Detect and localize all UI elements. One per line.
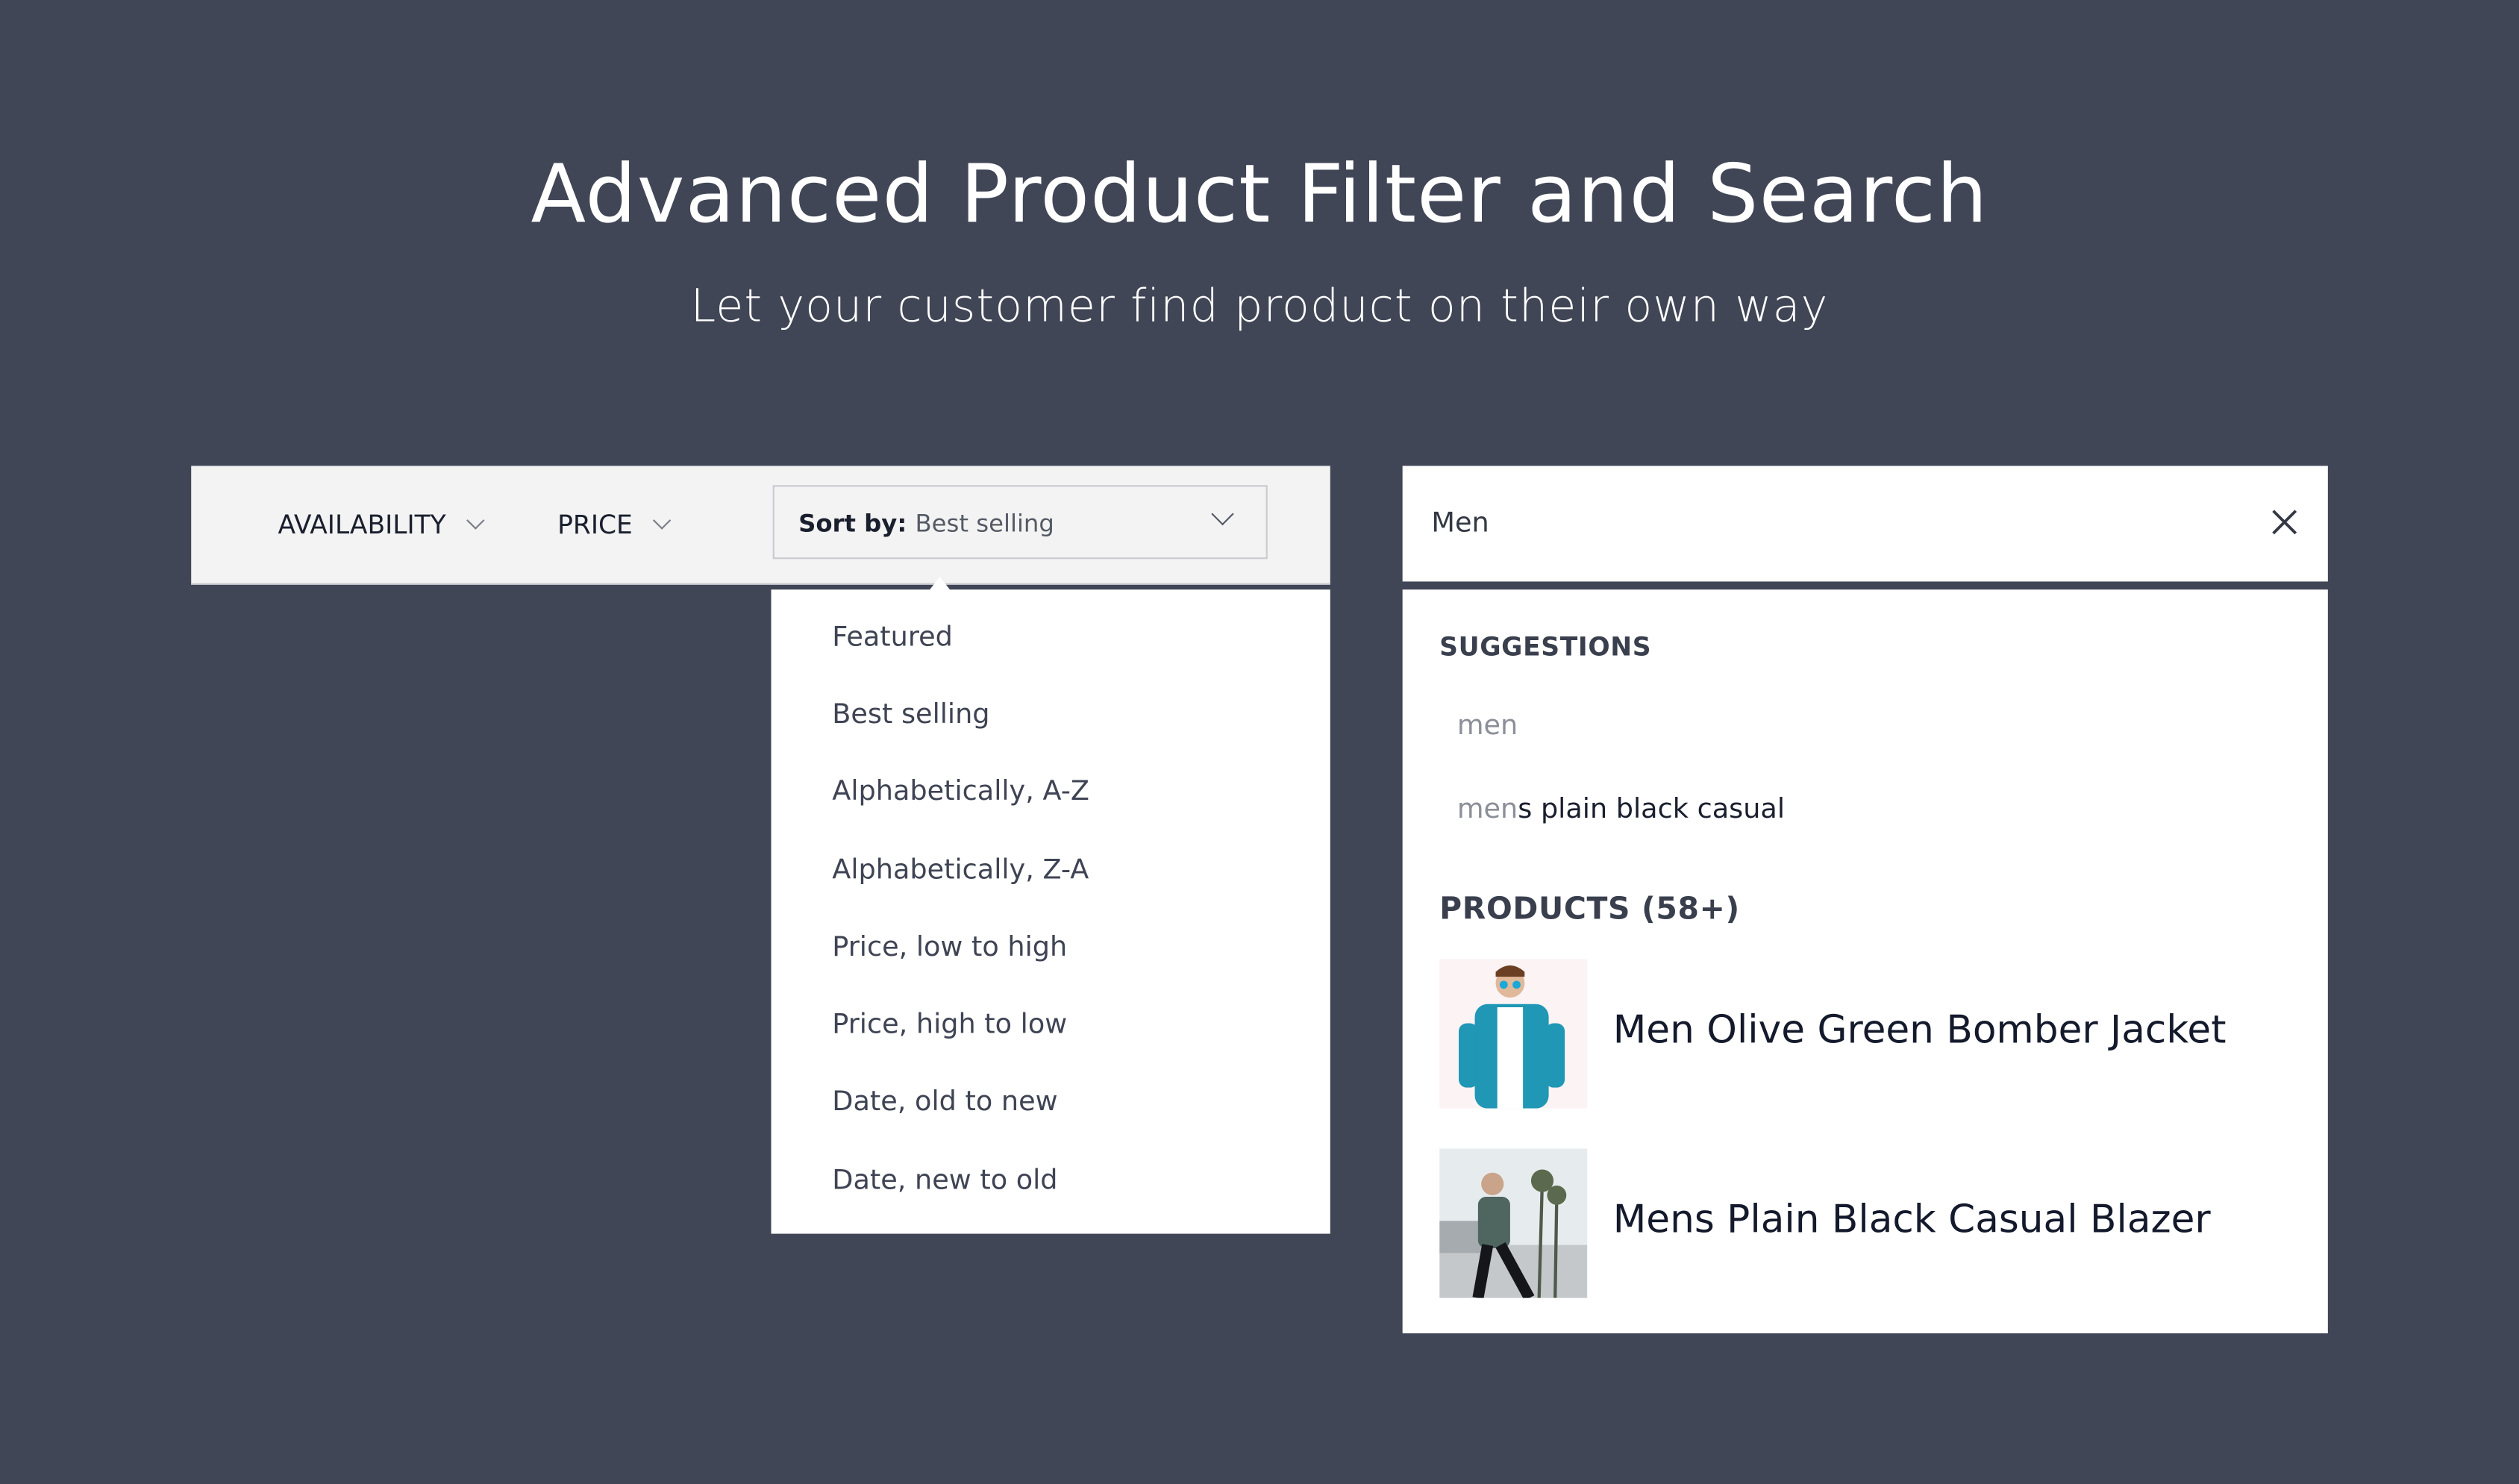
sort-dropdown: Featured Best selling Alphabetically, A-… [771, 589, 1330, 1234]
products-heading: PRODUCTS (58+) [1439, 891, 1740, 927]
suggestions-heading: SUGGESTIONS [1439, 631, 1652, 663]
suggestion-match: men [1456, 793, 1518, 826]
filter-bar: AVAILABILITY PRICE Sort by: Best selling [191, 466, 1330, 585]
sort-prefix: Sort by: [798, 509, 907, 539]
product-image[interactable] [1439, 1148, 1588, 1298]
close-icon[interactable] [2270, 507, 2299, 536]
suggestion-item[interactable]: mens plain black casual [1457, 794, 1785, 826]
chevron-down-icon [1211, 502, 1234, 526]
sort-option[interactable]: Alphabetically, A-Z [832, 776, 1089, 808]
search-input[interactable]: Men [1402, 466, 2328, 582]
sort-option[interactable]: Date, new to old [832, 1165, 1057, 1197]
suggestion-match: men [1456, 710, 1518, 742]
suggestion-rest: s plain black casual [1518, 793, 1786, 826]
filter-price[interactable]: PRICE [557, 509, 671, 540]
suggestion-item[interactable]: men [1457, 710, 1518, 742]
filter-label: AVAILABILITY [278, 509, 446, 540]
search-results: SUGGESTIONS men mens plain black casual … [1402, 589, 2328, 1334]
filter-label: PRICE [557, 509, 633, 540]
sort-option[interactable]: Date, old to new [832, 1086, 1057, 1118]
product-title[interactable]: Men Olive Green Bomber Jacket [1613, 1007, 2227, 1052]
filter-availability[interactable]: AVAILABILITY [278, 509, 484, 540]
sort-option[interactable]: Alphabetically, Z-A [832, 854, 1089, 886]
product-title[interactable]: Mens Plain Black Casual Blazer [1613, 1197, 2211, 1242]
sort-option[interactable]: Featured [832, 622, 953, 654]
page-subtitle: Let your customer find product on their … [690, 279, 1829, 333]
page-title: Advanced Product Filter and Search [531, 148, 1988, 241]
search-query: Men [1431, 507, 1489, 540]
chevron-down-icon [466, 511, 484, 530]
sort-value: Best selling [915, 509, 1054, 539]
product-image[interactable] [1439, 959, 1588, 1109]
sort-option[interactable]: Best selling [832, 699, 989, 731]
sort-select[interactable]: Sort by: Best selling [772, 485, 1268, 560]
sort-option[interactable]: Price, low to high [832, 932, 1067, 964]
chevron-down-icon [652, 511, 671, 530]
sort-option[interactable]: Price, high to low [832, 1009, 1067, 1041]
